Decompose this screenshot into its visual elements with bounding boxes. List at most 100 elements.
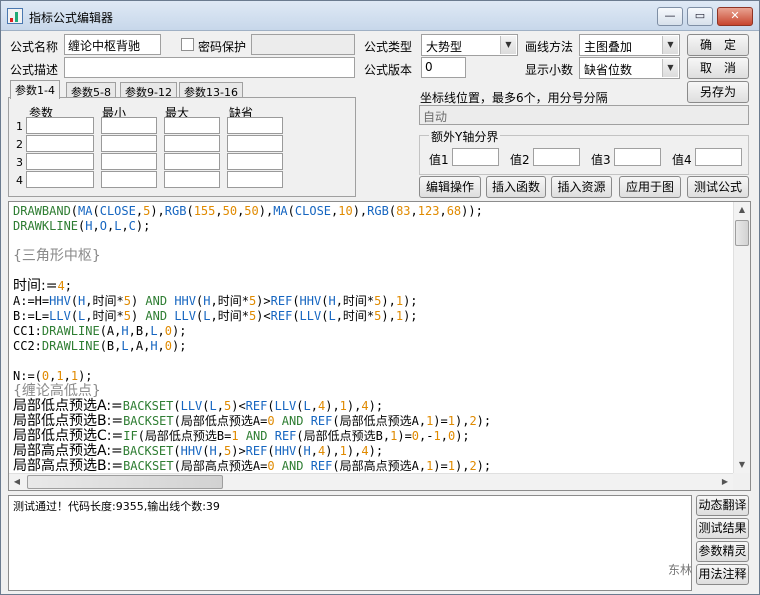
param-2-min-input[interactable] [101, 135, 157, 152]
code-line[interactable]: CC1:DRAWLINE(A,H,B,L,0); [13, 324, 733, 339]
code-token: ( [186, 204, 194, 218]
y-value-2-input[interactable] [533, 148, 580, 166]
code-token: ,时间* [335, 309, 375, 323]
horizontal-scroll-thumb[interactable] [27, 475, 223, 489]
insert-resource-button[interactable]: 插入资源 [551, 176, 612, 198]
code-line[interactable]: {三角形中枢} [13, 249, 733, 264]
code-token: IF [123, 429, 138, 443]
code-token: 68 [446, 204, 462, 218]
code-line[interactable]: 局部低点预选C:=IF(局部低点预选B=1 AND REF(局部低点预选B,1)… [13, 429, 733, 444]
maximize-button[interactable]: ▭ [687, 7, 713, 26]
code-line[interactable]: 局部高点预选B:=BACKSET(局部高点预选A=0 AND REF(局部高点预… [13, 459, 733, 474]
code-token: )= [397, 429, 412, 443]
minimize-button[interactable]: — [657, 7, 683, 26]
code-line[interactable]: {缠论高低点} [13, 384, 733, 399]
code-token: DRAWLINE [41, 324, 100, 338]
scroll-right-icon[interactable]: ▶ [717, 474, 733, 490]
code-line[interactable]: 局部低点预选B:=BACKSET(局部低点预选A=0 AND REF(局部低点预… [13, 414, 733, 429]
code-token: REF [310, 459, 333, 473]
code-line[interactable]: 局部高点预选A:=BACKSET(HHV(H,5)>REF(HHV(H,4),1… [13, 444, 733, 459]
y-value-3-input[interactable] [614, 148, 661, 166]
param-4-min-input[interactable] [101, 171, 157, 188]
code-line[interactable] [13, 354, 733, 369]
code-text[interactable]: DRAWBAND(MA(CLOSE,5),RGB(155,50,50),MA(C… [13, 204, 733, 474]
code-line[interactable]: B:=L=LLV(L,时间*5) AND LLV(L,时间*5)<REF(LLV… [13, 309, 733, 324]
code-token: HHV [49, 294, 71, 308]
password-input[interactable] [251, 34, 355, 55]
output-panel[interactable]: 测试通过！代码长度:9355,输出线个数:39 [8, 495, 692, 591]
insert-function-button[interactable]: 插入函数 [486, 176, 546, 198]
param-4-name-input[interactable] [26, 171, 94, 188]
param-3-name-input[interactable] [26, 153, 94, 170]
y-value-4-input[interactable] [695, 148, 742, 166]
code-token: ,时间* [85, 309, 124, 323]
code-token: ,时间* [210, 294, 249, 308]
scroll-up-icon[interactable]: ▲ [734, 202, 750, 218]
y-value-3-label: 值3 [591, 153, 611, 167]
close-button[interactable]: ✕ [717, 7, 753, 26]
param-2-default-input[interactable] [227, 135, 283, 152]
formula-version-input[interactable]: 0 [421, 57, 466, 78]
code-line[interactable]: 局部低点预选A:=BACKSET(LLV(L,5)<REF(LLV(L,4),1… [13, 399, 733, 414]
code-line[interactable]: 时间:=4; [13, 279, 733, 294]
param-3-default-input[interactable] [227, 153, 283, 170]
param-4-default-input[interactable] [227, 171, 283, 188]
code-token: H [328, 294, 336, 308]
formula-type-value: 大势型 [426, 40, 463, 54]
code-line[interactable]: DRAWKLINE(H,O,L,C); [13, 219, 733, 234]
param-2-name-input[interactable] [26, 135, 94, 152]
param-1-max-input[interactable] [164, 117, 220, 134]
usage-notes-button[interactable]: 用法注释 [696, 564, 749, 585]
test-formula-button[interactable]: 测试公式 [687, 176, 749, 198]
coord-line-input[interactable]: 自动 [419, 105, 749, 125]
ok-button[interactable]: 确 定 [687, 34, 749, 56]
code-token: ), [346, 444, 362, 458]
param-1-min-input[interactable] [101, 117, 157, 134]
tab-params-1-4[interactable]: 参数1-4 [10, 80, 60, 99]
password-checkbox[interactable] [181, 38, 194, 51]
y-value-1-input[interactable] [452, 148, 499, 166]
code-line[interactable]: N:=(0,1,1); [13, 369, 733, 384]
code-token: REF [245, 399, 268, 413]
param-row-number: 4 [16, 174, 23, 187]
horizontal-scrollbar[interactable]: ◀ ▶ [9, 473, 733, 490]
param-3-max-input[interactable] [164, 153, 220, 170]
param-4-max-input[interactable] [164, 171, 220, 188]
formula-name-input[interactable]: 缠论中枢背驰 [64, 34, 161, 55]
scroll-down-icon[interactable]: ▼ [734, 457, 750, 473]
param-3-min-input[interactable] [101, 153, 157, 170]
code-line[interactable]: A:=H=HHV(H,时间*5) AND HHV(H,时间*5)>REF(HHV… [13, 294, 733, 309]
draw-method-select[interactable]: 主图叠加 ▼ [579, 34, 680, 56]
scroll-left-icon[interactable]: ◀ [9, 474, 25, 490]
decimal-select[interactable]: 缺省位数 ▼ [579, 57, 680, 79]
param-2-max-input[interactable] [164, 135, 220, 152]
test-result-button[interactable]: 测试结果 [696, 518, 749, 539]
code-token: 1 [395, 309, 404, 323]
code-token: ), [352, 204, 368, 218]
apply-to-chart-button[interactable]: 应用于图 [619, 176, 681, 198]
formula-type-select[interactable]: 大势型 ▼ [421, 34, 518, 56]
vertical-scroll-thumb[interactable] [735, 220, 749, 246]
param-wizard-button[interactable]: 参数精灵 [696, 541, 749, 562]
code-line[interactable]: DRAWBAND(MA(CLOSE,5),RGB(155,50,50),MA(C… [13, 204, 733, 219]
code-line[interactable] [13, 234, 733, 249]
edit-operation-button[interactable]: 编辑操作 [419, 176, 481, 198]
title-bar[interactable]: 指标公式编辑器 — ▭ ✕ [1, 1, 759, 31]
code-line[interactable]: CC2:DRAWLINE(B,L,A,H,0); [13, 339, 733, 354]
formula-desc-input[interactable] [64, 57, 355, 78]
code-token: ), [325, 444, 340, 458]
param-row-number: 2 [16, 138, 23, 151]
save-as-button[interactable]: 另存为 [687, 81, 749, 103]
code-line[interactable] [13, 264, 733, 279]
code-token: AND [274, 459, 311, 473]
code-token: 1 [339, 444, 347, 458]
code-token: ); [403, 294, 418, 308]
code-editor[interactable]: DRAWBAND(MA(CLOSE,5),RGB(155,50,50),MA(C… [8, 201, 751, 491]
dynamic-translate-button[interactable]: 动态翻译 [696, 495, 749, 516]
vertical-scrollbar[interactable]: ▲ ▼ [733, 202, 750, 473]
param-1-default-input[interactable] [227, 117, 283, 134]
param-1-name-input[interactable] [26, 117, 94, 134]
code-token: (A, [99, 324, 122, 338]
cancel-button[interactable]: 取 消 [687, 57, 749, 79]
code-token: LLV [180, 399, 203, 413]
